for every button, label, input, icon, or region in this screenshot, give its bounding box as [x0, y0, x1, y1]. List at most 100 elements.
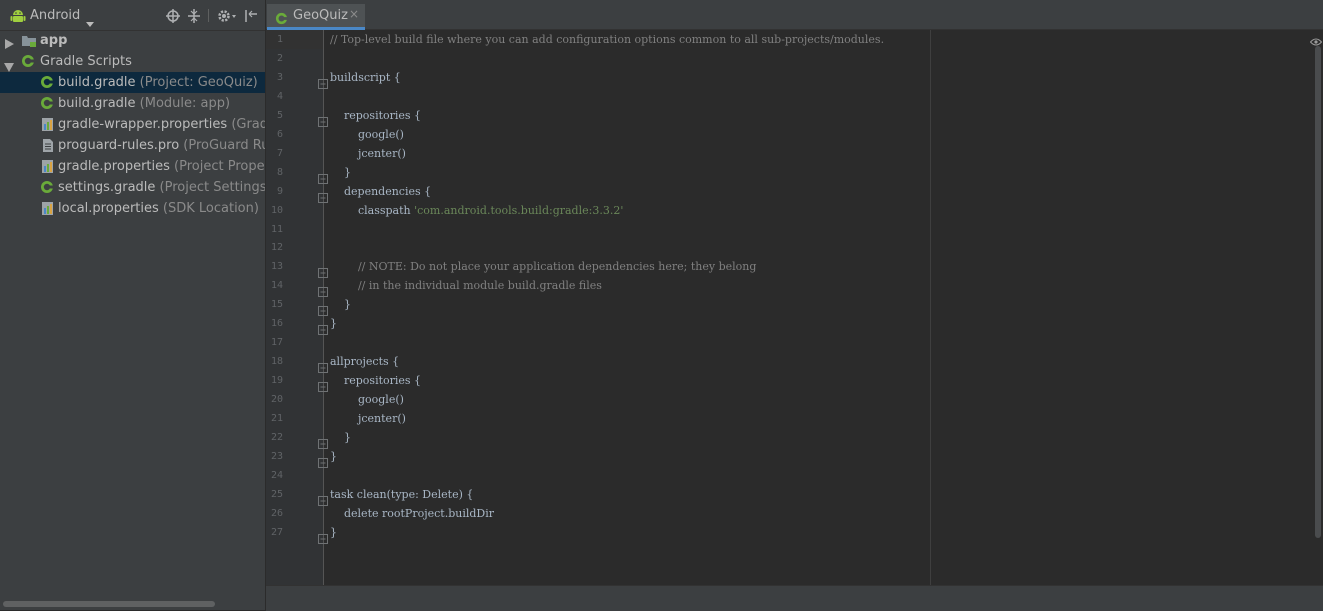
fold-marker-icon[interactable]	[318, 358, 328, 377]
line-number: 7	[276, 147, 283, 159]
toolbar-separator	[208, 9, 209, 22]
gear-icon[interactable]	[217, 8, 237, 27]
fold-marker-icon[interactable]	[318, 74, 328, 93]
tree-item-label: build.gradle	[58, 75, 136, 90]
tree-item-local-properties[interactable]: local.properties (SDK Location)	[0, 198, 265, 219]
fold-marker-icon[interactable]	[318, 188, 328, 207]
tree-item-proguard-rules[interactable]: proguard-rules.pro (ProGuard Rule	[0, 135, 265, 156]
line-number: 10	[270, 204, 283, 216]
properties-icon	[41, 201, 55, 223]
line-number: 9	[276, 185, 283, 197]
tree-item-build-gradle-project[interactable]: build.gradle (Project: GeoQuiz)	[0, 72, 265, 93]
line-number: 16	[270, 318, 283, 330]
status-bar	[266, 585, 1323, 611]
code-text: }	[330, 449, 337, 463]
close-icon[interactable]: ×	[349, 7, 359, 21]
tree-item-build-gradle-module[interactable]: build.gradle (Module: app)	[0, 93, 265, 114]
tree-item-label: local.properties	[58, 201, 159, 216]
tree-item-label: build.gradle	[58, 96, 136, 111]
code-line[interactable]: repositories {	[330, 374, 421, 387]
vertical-scrollbar-thumb[interactable]	[1315, 46, 1321, 538]
code-text: jcenter()	[330, 146, 406, 160]
code-text: task clean(type: Delete) {	[330, 487, 474, 501]
code-text: // in the individual module build.gradle…	[330, 279, 602, 293]
string-literal: 'com.android.tools.build:gradle:3.3.2'	[414, 203, 624, 217]
code-line[interactable]: }	[330, 450, 337, 463]
code-editor[interactable]	[324, 30, 1313, 585]
horizontal-scrollbar-thumb[interactable]	[3, 601, 215, 607]
line-number: 13	[270, 261, 283, 273]
tree-item-label: gradle.properties	[58, 159, 170, 174]
target-icon[interactable]	[166, 8, 180, 27]
line-number: 15	[270, 299, 283, 311]
code-line[interactable]: jcenter()	[330, 147, 406, 160]
line-number: 11	[270, 223, 283, 235]
code-line[interactable]: allprojects {	[330, 355, 399, 368]
code-text: repositories {	[330, 108, 422, 122]
code-line[interactable]: google()	[330, 393, 404, 406]
tree-item-hint: (Project Propertie	[174, 159, 265, 174]
code-text: allprojects {	[330, 355, 400, 369]
fold-marker-icon[interactable]	[318, 529, 328, 548]
code-line[interactable]: // in the individual module build.gradle…	[330, 279, 602, 292]
code-line[interactable]: classpath 'com.android.tools.build:gradl…	[330, 204, 623, 217]
code-text: dependencies {	[330, 184, 432, 198]
code-line[interactable]: }	[330, 526, 337, 539]
code-text: }	[330, 525, 337, 539]
tree-item-label: settings.gradle	[58, 180, 156, 195]
code-text: // NOTE: Do not place your application d…	[330, 260, 757, 274]
code-line[interactable]: }	[330, 166, 351, 179]
fold-marker-icon[interactable]	[318, 263, 328, 282]
line-number: 3	[276, 71, 283, 83]
editor-tab-bar: GeoQuiz ×	[266, 0, 1323, 30]
tree-item-gradle-scripts[interactable]: Gradle Scripts	[0, 51, 265, 72]
code-line[interactable]: }	[330, 298, 351, 311]
code-line[interactable]: // Top-level build file where you can ad…	[330, 33, 884, 46]
code-line[interactable]: }	[330, 431, 351, 444]
fold-marker-icon[interactable]	[318, 282, 328, 301]
code-text: google()	[330, 393, 404, 407]
code-line[interactable]: repositories {	[330, 109, 421, 122]
android-icon	[10, 8, 26, 28]
code-line[interactable]: delete rootProject.buildDir	[330, 507, 494, 520]
code-line[interactable]: google()	[330, 128, 404, 141]
gradle-icon	[275, 10, 288, 29]
fold-marker-icon[interactable]	[318, 320, 328, 339]
tree-item-settings-gradle[interactable]: settings.gradle (Project Settings)	[0, 177, 265, 198]
tree-item-label: proguard-rules.pro	[58, 138, 180, 153]
code-text: }	[330, 317, 337, 331]
tab-geoquiz[interactable]: GeoQuiz ×	[267, 4, 365, 30]
code-line[interactable]: jcenter()	[330, 412, 406, 425]
line-number: 18	[270, 356, 283, 368]
fold-marker-icon[interactable]	[318, 491, 328, 510]
tree-item-app[interactable]: app	[0, 30, 265, 51]
code-line[interactable]: task clean(type: Delete) {	[330, 488, 473, 501]
fold-marker-icon[interactable]	[318, 169, 328, 188]
code-text: delete rootProject.buildDir	[330, 506, 494, 520]
tree-item-label: Gradle Scripts	[40, 54, 132, 69]
right-margin-guide	[930, 30, 931, 585]
code-text: google()	[330, 127, 404, 141]
fold-marker-icon[interactable]	[318, 377, 328, 396]
fold-marker-icon[interactable]	[318, 301, 328, 320]
line-number: 14	[270, 280, 283, 292]
line-number: 17	[270, 337, 283, 349]
fold-marker-icon[interactable]	[318, 434, 328, 453]
fold-marker-icon[interactable]	[318, 453, 328, 472]
code-line[interactable]: }	[330, 317, 337, 330]
code-line[interactable]: buildscript {	[330, 71, 401, 84]
tree-item-gradle-properties[interactable]: gradle.properties (Project Propertie	[0, 156, 265, 177]
line-number: 5	[276, 109, 283, 121]
collapse-all-icon[interactable]	[187, 8, 201, 27]
tree-item-hint: (Module: app)	[135, 96, 231, 111]
code-line[interactable]: dependencies {	[330, 185, 431, 198]
tree-item-gradle-wrapper-properties[interactable]: gradle-wrapper.properties (Gradle	[0, 114, 265, 135]
eye-icon[interactable]	[1309, 31, 1323, 50]
fold-marker-icon[interactable]	[318, 112, 328, 131]
hide-panel-icon[interactable]	[244, 8, 258, 27]
tree-item-hint: (Project: GeoQuiz)	[135, 75, 258, 90]
project-view-selector[interactable]: Android	[30, 8, 80, 23]
line-number: 12	[270, 242, 283, 254]
line-number: 1	[276, 34, 283, 45]
code-line[interactable]: // NOTE: Do not place your application d…	[330, 260, 756, 273]
